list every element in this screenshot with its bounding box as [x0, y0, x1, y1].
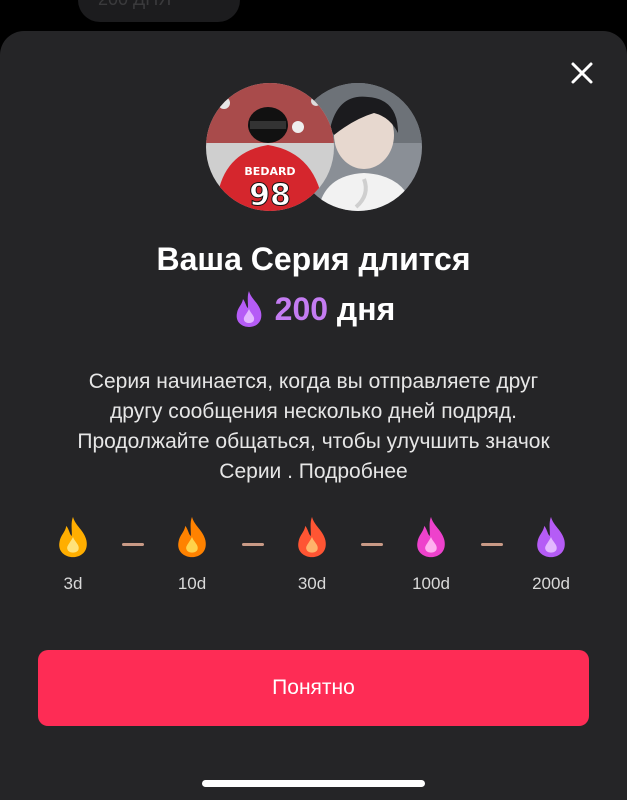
- svg-text:BEDARD: BEDARD: [244, 165, 295, 178]
- milestone-label: 10d: [177, 574, 207, 593]
- flame-purple-icon: [537, 516, 565, 558]
- milestone-divider: [481, 543, 503, 546]
- milestone-10d: 10d: [152, 514, 232, 594]
- avatar-user: BEDARD 98: [206, 83, 334, 211]
- svg-text:98: 98: [249, 178, 291, 211]
- background-message-bubble: 200 ДНЯ: [78, 0, 240, 22]
- milestone-label: 100d: [412, 574, 450, 593]
- participants-avatars: BEDARD 98: [206, 83, 422, 213]
- streak-sheet: BEDARD 98 Ваша Серия длится 200 дня Сери…: [0, 31, 627, 800]
- home-indicator: [202, 780, 425, 787]
- milestone-divider: [242, 543, 264, 546]
- milestone-divider: [122, 543, 144, 546]
- streak-count: 200 дня: [0, 289, 627, 329]
- flame-yellow-icon: [59, 516, 87, 558]
- milestone-30d: 30d: [272, 514, 352, 594]
- milestone-label: 30d: [297, 574, 327, 593]
- streak-description: Серия начинается, когда вы отправляете д…: [77, 370, 550, 483]
- close-icon[interactable]: [568, 59, 596, 87]
- milestone-3d: 3d: [33, 514, 113, 594]
- flame-pink-icon: [417, 516, 445, 558]
- milestone-divider: [361, 543, 383, 546]
- flame-purple-icon: [236, 291, 262, 327]
- milestone-label: 200d: [532, 574, 570, 593]
- milestones-row: 3d 10d 30d 100d 200d: [0, 514, 627, 604]
- background-message-text: 200 ДНЯ: [98, 0, 171, 9]
- milestone-100d: 100d: [391, 514, 471, 594]
- streak-number: 200: [274, 291, 329, 327]
- milestone-200d: 200d: [511, 514, 591, 594]
- streak-unit: дня: [336, 291, 396, 327]
- flame-orange-icon: [178, 516, 206, 558]
- streak-title: Ваша Серия длится: [156, 241, 471, 277]
- milestone-label: 3d: [63, 574, 83, 593]
- got-it-button[interactable]: Понятно: [38, 650, 589, 726]
- flame-red-icon: [298, 516, 326, 558]
